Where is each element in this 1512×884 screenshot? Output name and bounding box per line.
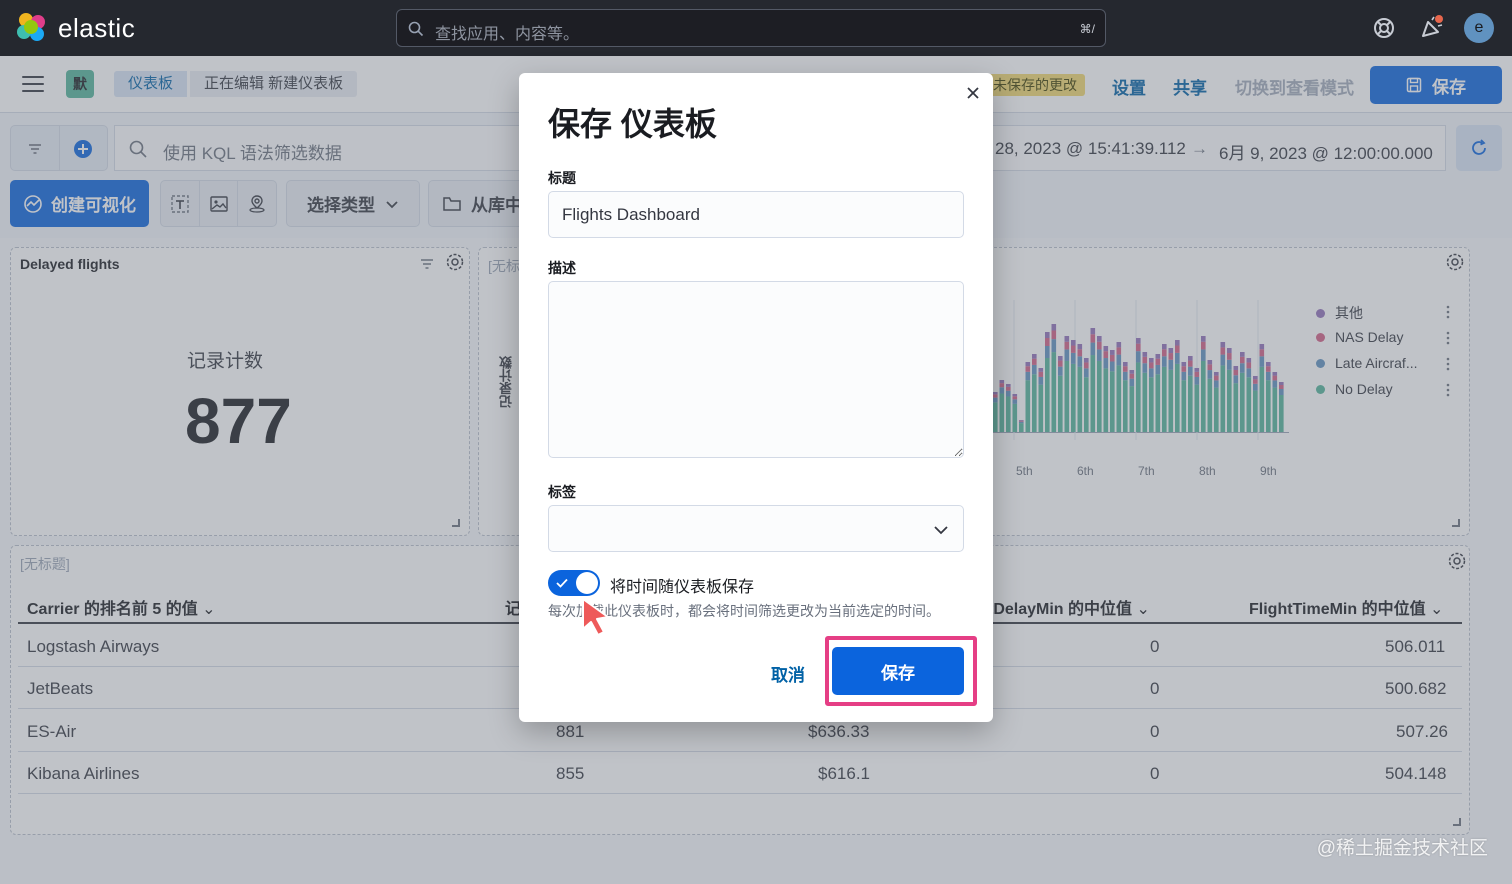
news-feed-icon[interactable] [1418,14,1446,42]
title-field-label: 标题 [548,170,576,186]
logo-text: elastic [58,12,136,43]
top-header: elastic 查找应用、内容等。 ⌘/ e [0,0,1512,56]
description-field[interactable] [548,281,964,458]
watermark: @稀土掘金技术社区 [1316,838,1488,859]
search-placeholder: 查找应用、内容等。 [435,26,580,43]
check-icon [556,578,568,588]
save-button-highlight [825,636,977,706]
search-icon [408,21,424,37]
toggle-knob [576,572,598,594]
elastic-logo[interactable]: elastic [16,12,135,44]
title-field[interactable] [548,191,964,238]
modal-title: 保存 仪表板 [548,106,717,142]
close-icon[interactable] [965,85,981,101]
search-shortcut: ⌘/ [1079,22,1095,36]
tags-combobox[interactable] [548,505,964,552]
elastic-logo-icon [16,12,48,44]
tags-field-label: 标签 [548,484,576,500]
help-icon[interactable] [1370,14,1398,42]
store-time-label[interactable]: 将时间随仪表板保存 [610,573,754,597]
store-time-toggle[interactable] [548,570,600,596]
cancel-button[interactable]: 取消 [771,661,805,686]
mouse-pointer-icon [582,598,609,636]
user-avatar[interactable]: e [1464,13,1494,43]
description-field-label: 描述 [548,260,576,276]
chevron-down-icon [934,526,948,535]
global-search[interactable]: 查找应用、内容等。 ⌘/ [396,9,1106,47]
